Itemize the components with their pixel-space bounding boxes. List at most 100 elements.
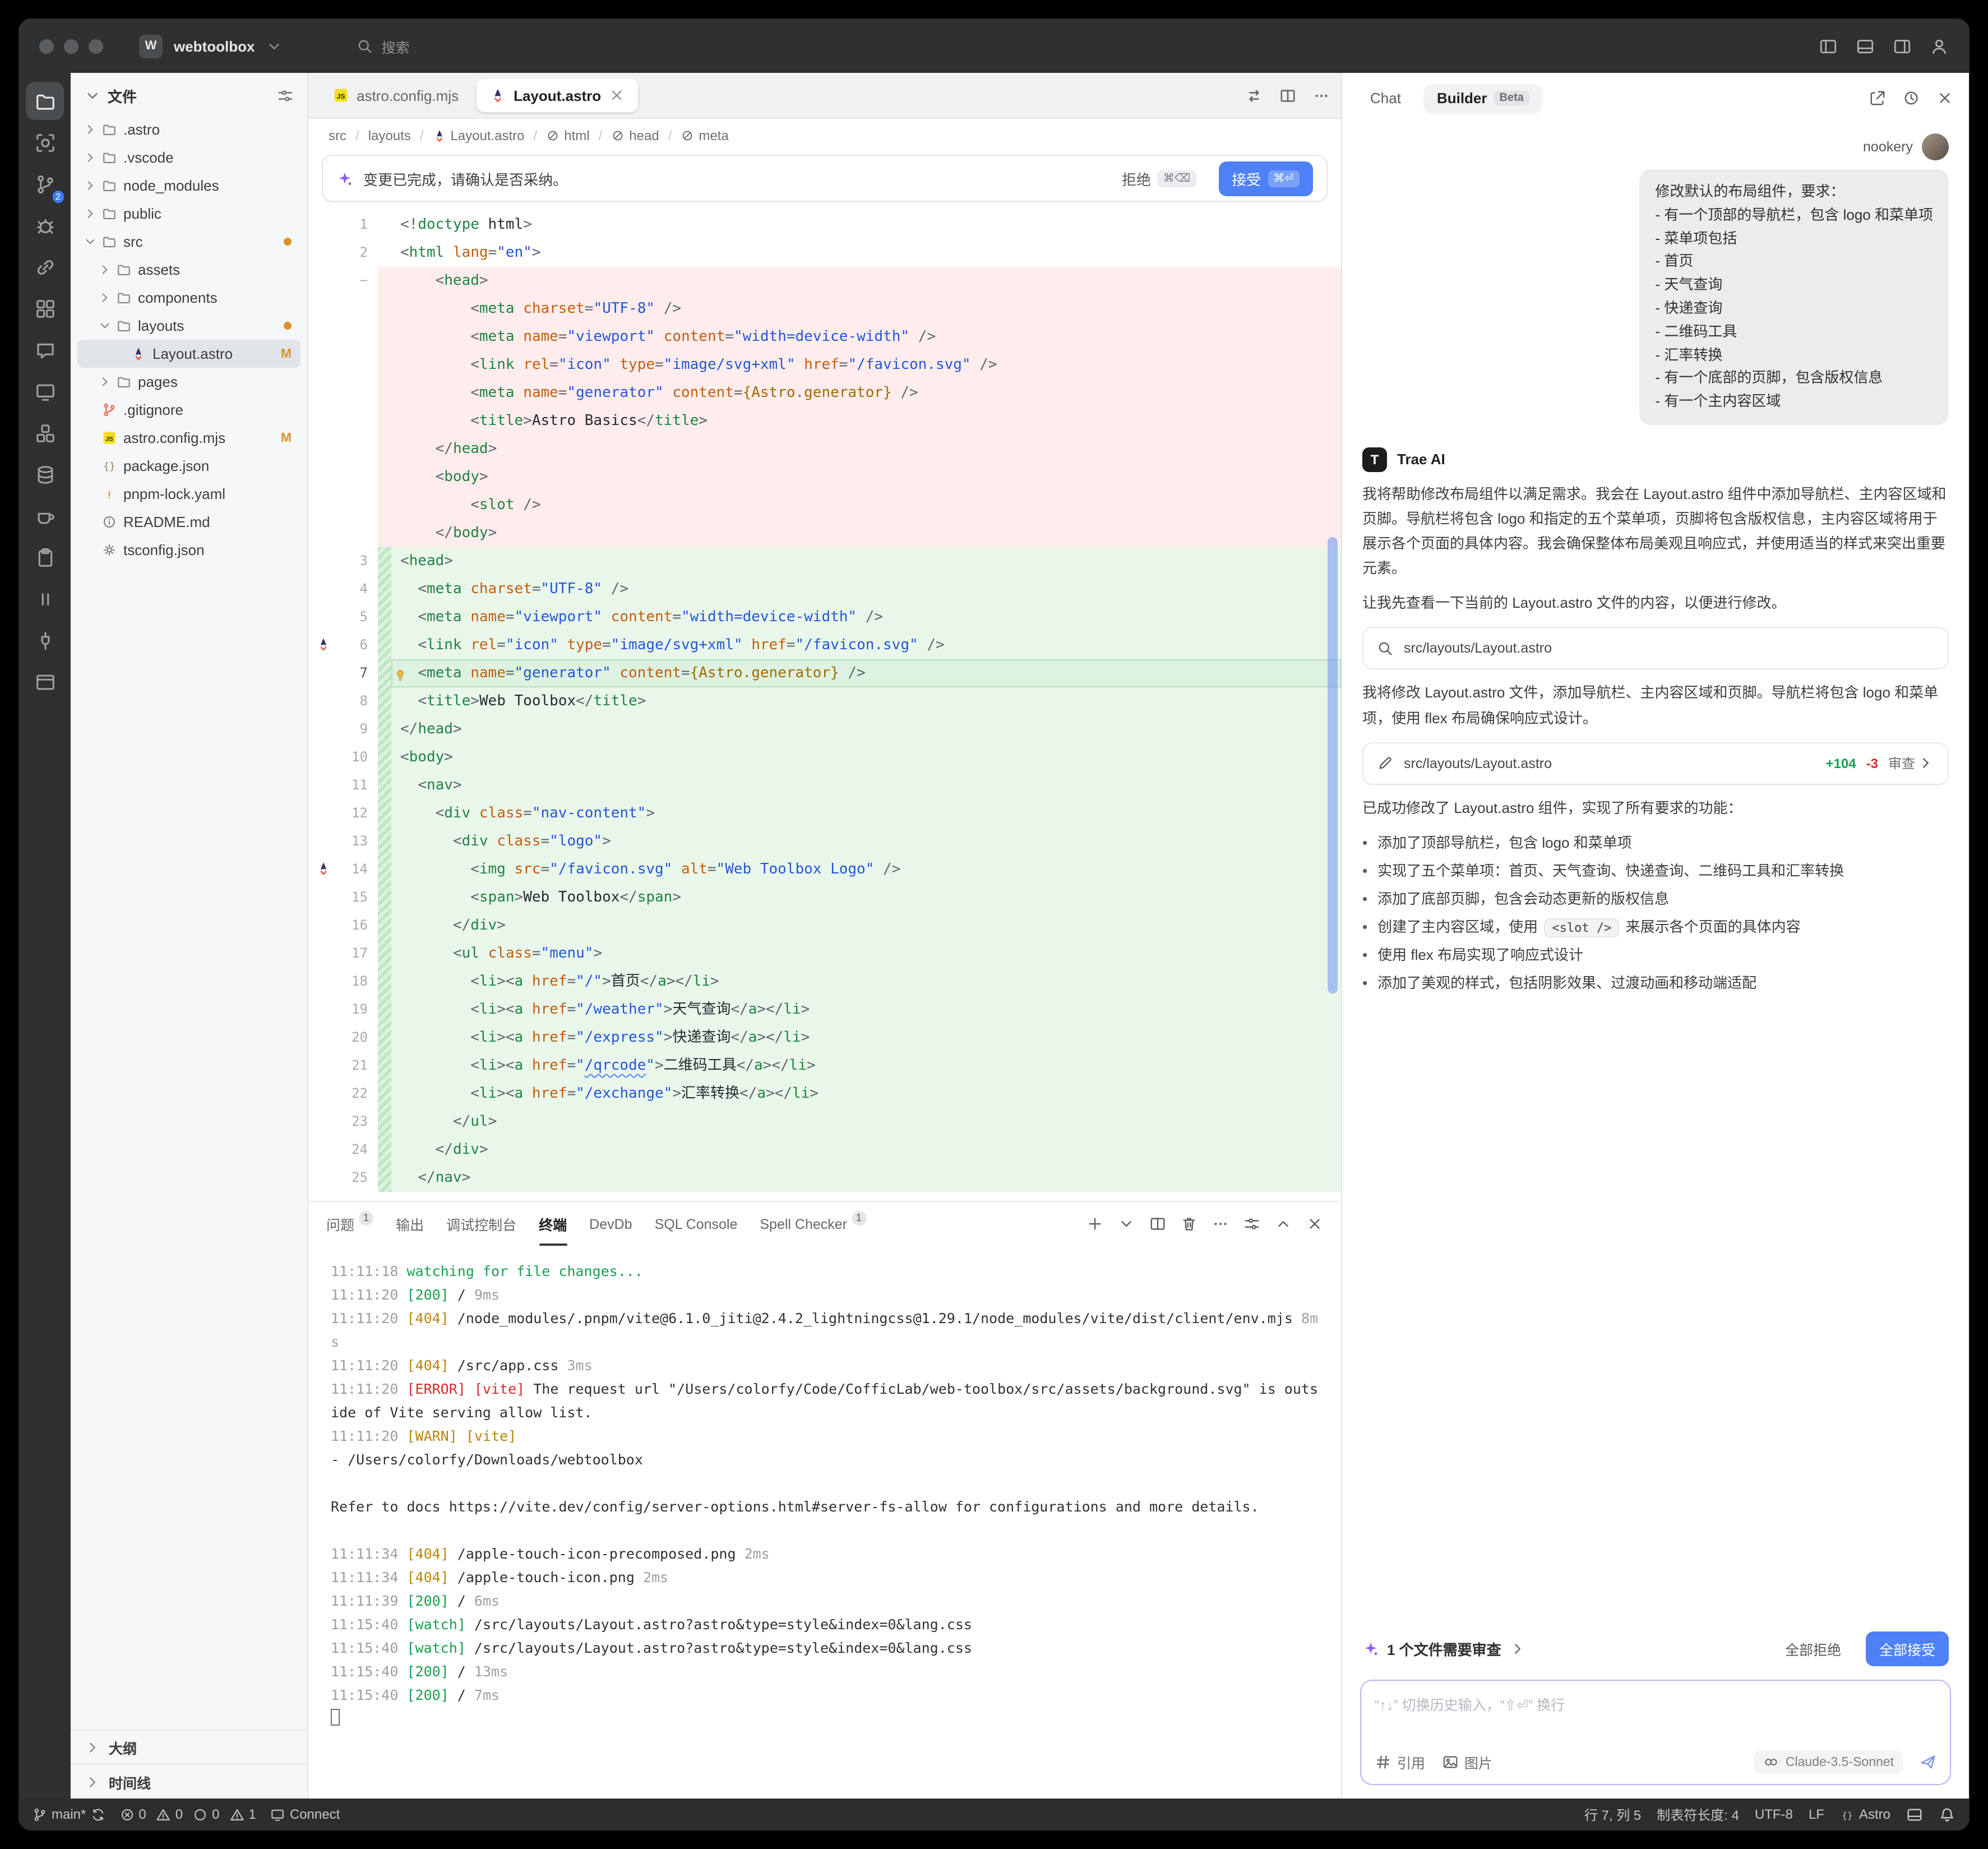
code-line[interactable]: <link rel="icon" type="image/svg+xml" hr…	[308, 351, 1341, 379]
code-line[interactable]: <body>	[308, 463, 1341, 491]
dots-icon[interactable]	[1212, 1215, 1229, 1232]
tree-item-vscode[interactable]: .vscode	[77, 144, 300, 172]
bell-icon[interactable]	[1939, 1806, 1955, 1823]
model-selector[interactable]: Claude-3.5-Sonnet	[1754, 1750, 1903, 1774]
activity-debug[interactable]	[26, 206, 64, 244]
split-icon[interactable]	[1149, 1215, 1166, 1232]
activity-preview[interactable]	[26, 372, 64, 410]
terminal-tab-问题[interactable]: 问题1	[326, 1202, 373, 1246]
code-line[interactable]: 13 <div class="logo">	[308, 828, 1341, 856]
tab-layout-astro[interactable]: Layout.astro	[477, 78, 638, 112]
tree-item-node-modules[interactable]: node_modules	[77, 172, 300, 200]
close-icon[interactable]	[1936, 89, 1953, 106]
code-line[interactable]: 22 <li><a href="/exchange">汇率转换</a></li>	[308, 1080, 1341, 1108]
traffic-lights[interactable]	[39, 39, 103, 53]
diagnostic-circle[interactable]: 0	[193, 1806, 219, 1822]
close-tab-icon[interactable]	[609, 87, 625, 103]
activity-extensions[interactable]	[26, 289, 64, 327]
code-line[interactable]: 7 <meta name="generator" content={Astro.…	[308, 659, 1341, 687]
tree-item-pnpm-lock-yaml[interactable]: !pnpm-lock.yaml	[77, 480, 300, 508]
activity-remote[interactable]	[26, 248, 64, 286]
code-line[interactable]: 1<!doctype html>	[308, 211, 1341, 239]
breadcrumb-meta[interactable]: meta	[681, 128, 728, 144]
code-line[interactable]: 10<body>	[308, 743, 1341, 771]
send-icon[interactable]	[1920, 1754, 1936, 1771]
activity-explorer[interactable]	[26, 82, 64, 120]
editor-scrollbar[interactable]	[1328, 538, 1338, 993]
terminal-tab-终端[interactable]: 终端	[539, 1202, 567, 1246]
panel-right-icon[interactable]	[1893, 36, 1912, 56]
code-line[interactable]: 19 <li><a href="/weather">天气查询</a></li>	[308, 996, 1341, 1024]
tree-item-assets[interactable]: assets	[77, 256, 300, 284]
code-line[interactable]: 21 <li><a href="/qrcode">二维码工具</a></li>	[308, 1052, 1341, 1080]
reject-changes-button[interactable]: 拒绝 ⌘⌫	[1113, 162, 1205, 195]
tree-item-pages[interactable]: pages	[77, 368, 300, 396]
code-line[interactable]: <slot />	[308, 491, 1341, 519]
global-search[interactable]: 搜索	[357, 35, 409, 57]
tree-item-public[interactable]: public	[77, 200, 300, 228]
cursor-position[interactable]: 行 7, 列 5	[1584, 1805, 1641, 1824]
activity-pause[interactable]	[26, 580, 64, 618]
code-line[interactable]: 2<html lang="en">	[308, 239, 1341, 267]
terminal-output[interactable]: 11:11:18 watching for file changes...11:…	[308, 1246, 1341, 1799]
avatar[interactable]	[1922, 133, 1949, 160]
code-line[interactable]: </head>	[308, 435, 1341, 463]
chevron-right-icon[interactable]	[96, 290, 113, 305]
code-line[interactable]: <meta charset="UTF-8" />	[308, 295, 1341, 323]
diagnostic-warn-triangle[interactable]: 1	[230, 1806, 256, 1822]
activity-ai-chat[interactable]	[26, 331, 64, 369]
chevron-down-icon[interactable]	[266, 38, 283, 54]
git-branch-indicator[interactable]: main*	[33, 1806, 105, 1822]
code-line[interactable]: − <head>	[308, 267, 1341, 295]
tree-item-tsconfig-json[interactable]: tsconfig.json	[77, 536, 300, 564]
terminal-tab-输出[interactable]: 输出	[396, 1202, 424, 1246]
code-line[interactable]: 20 <li><a href="/express">快递查询</a></li>	[308, 1024, 1341, 1052]
terminal-tab-调试控制台[interactable]: 调试控制台	[446, 1202, 516, 1246]
terminal-tab-sql-console[interactable]: SQL Console	[655, 1202, 738, 1246]
code-line[interactable]: 18 <li><a href="/">首页</a></li>	[308, 968, 1341, 996]
activity-source-control[interactable]: 2	[26, 165, 64, 203]
chevron-right-icon[interactable]	[82, 122, 99, 137]
chevron-right-icon[interactable]	[82, 150, 99, 165]
chevron-down-icon[interactable]	[96, 318, 113, 333]
chevron-up-icon[interactable]	[1275, 1215, 1292, 1232]
code-line[interactable]: 3<head>	[308, 547, 1341, 575]
tree-item-src[interactable]: src	[77, 228, 300, 256]
tree-item-astro-config-mjs[interactable]: JSastro.config.mjsM	[77, 424, 300, 452]
code-line[interactable]: 11 <nav>	[308, 771, 1341, 799]
zoom-window-button[interactable]	[89, 39, 103, 53]
code-line[interactable]: <title>Astro Basics</title>	[308, 407, 1341, 435]
tree-item-astro[interactable]: .astro	[77, 115, 300, 144]
connect-button[interactable]: Connect	[271, 1806, 340, 1822]
tab-size[interactable]: 制表符长度: 4	[1657, 1805, 1739, 1824]
chevron-right-icon[interactable]	[82, 206, 99, 221]
code-editor[interactable]: 1<!doctype html>2<html lang="en">− <head…	[308, 211, 1341, 1201]
activity-search[interactable]	[26, 123, 64, 161]
activity-database[interactable]	[26, 455, 64, 493]
code-line[interactable]: 4 <meta charset="UTF-8" />	[308, 575, 1341, 603]
code-line[interactable]: 24 </div>	[308, 1136, 1341, 1164]
panel-bottom-icon[interactable]	[1856, 36, 1875, 56]
code-line[interactable]: 9</head>	[308, 715, 1341, 743]
split-icon[interactable]	[1279, 87, 1296, 104]
chevron-down-icon[interactable]	[1118, 1215, 1135, 1232]
code-line[interactable]: <meta name="viewport" content="width=dev…	[308, 323, 1341, 351]
code-line[interactable]: 16 </div>	[308, 912, 1341, 940]
chat-input[interactable]: “↑↓” 切换历史输入，“⇧⏎” 换行 引用 图片 Claude-3.5-	[1360, 1680, 1951, 1785]
file-card-read[interactable]: src/layouts/Layout.astro	[1362, 627, 1949, 670]
code-line[interactable]: 6 <link rel="icon" type="image/svg+xml" …	[308, 631, 1341, 659]
chevron-right-icon[interactable]	[1509, 1640, 1526, 1657]
image-button[interactable]: 图片	[1442, 1751, 1492, 1773]
panel-left-icon[interactable]	[1819, 36, 1838, 56]
plus-icon[interactable]	[1087, 1215, 1103, 1232]
tree-item-readme-md[interactable]: README.md	[77, 508, 300, 536]
tree-item-layout-astro[interactable]: Layout.astroM	[77, 340, 300, 368]
reject-all-button[interactable]: 全部拒绝	[1774, 1631, 1852, 1666]
terminal-tab-devdb[interactable]: DevDb	[589, 1202, 632, 1246]
timeline-section[interactable]: 时间线	[71, 1764, 307, 1799]
filter-icon[interactable]	[277, 87, 294, 104]
code-line[interactable]: <meta name="generator" content={Astro.ge…	[308, 379, 1341, 407]
layout-icon[interactable]	[1906, 1806, 1923, 1823]
account-icon[interactable]	[1930, 36, 1949, 56]
activity-clipboard[interactable]	[26, 538, 64, 576]
